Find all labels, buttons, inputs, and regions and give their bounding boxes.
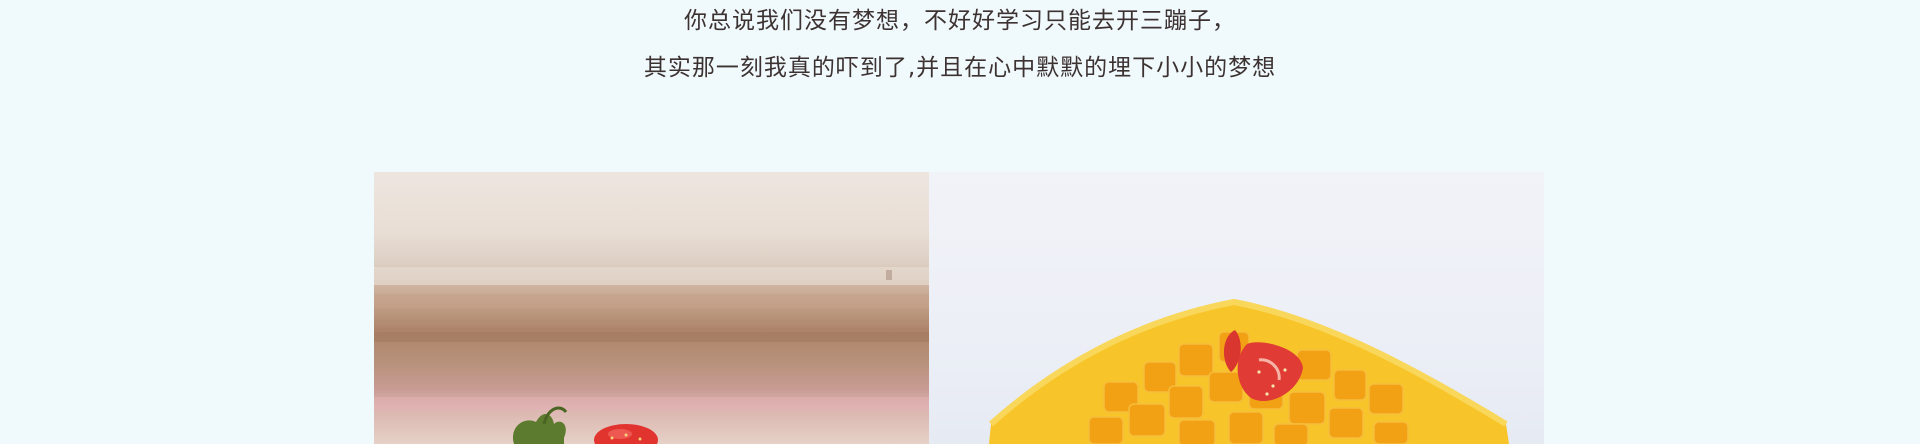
intro-line-2: 其实那一刻我真的吓到了,并且在心中默默的埋下小小的梦想	[643, 55, 1277, 81]
mango-cake-photo	[929, 172, 1544, 444]
intro-line-1: 你总说我们没有梦想，不好好学习只能去开三蹦子，	[684, 8, 1236, 34]
photo-gallery	[374, 172, 1544, 444]
strawberry-dessert-image	[374, 267, 929, 444]
mango-cake-image	[988, 298, 1509, 444]
strawberry-dessert-photo	[374, 172, 929, 444]
